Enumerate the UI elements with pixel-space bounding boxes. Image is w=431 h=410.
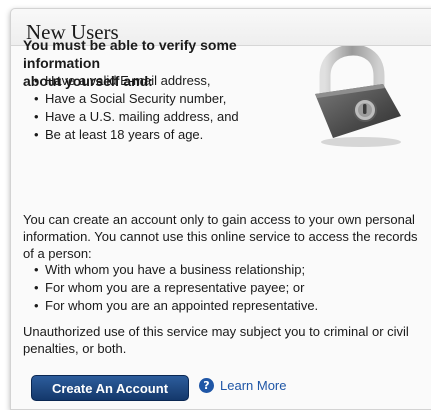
restriction-item: With whom you have a business relationsh… — [23, 261, 427, 279]
requirement-item: Be at least 18 years of age. — [23, 126, 323, 144]
panel-body: You must be able to verify some informat… — [11, 37, 431, 409]
restrictions-list: With whom you have a business relationsh… — [23, 261, 427, 315]
new-users-panel: New Users You must be able to verify som… — [10, 8, 431, 410]
padlock-icon — [315, 46, 401, 147]
question-circle-icon[interactable]: ? — [199, 378, 214, 393]
requirements-list: Have a valid E-mail address, Have a Soci… — [23, 72, 323, 144]
restriction-item: For whom you are a representative payee;… — [23, 279, 427, 297]
create-account-button[interactable]: Create An Account — [31, 375, 189, 401]
intro-line-1: You must be able to verify some informat… — [23, 37, 237, 71]
learn-more-label[interactable]: Learn More — [220, 378, 286, 393]
requirement-item: Have a U.S. mailing address, and — [23, 108, 323, 126]
penalty-paragraph: Unauthorized use of this service may sub… — [23, 324, 409, 356]
learn-more-link[interactable]: ? Learn More — [199, 378, 286, 393]
restriction-item: For whom you are an appointed representa… — [23, 297, 427, 315]
requirement-item: Have a valid E-mail address, — [23, 72, 323, 90]
access-paragraph: You can create an account only to gain a… — [23, 212, 418, 261]
requirement-item: Have a Social Security number, — [23, 90, 323, 108]
